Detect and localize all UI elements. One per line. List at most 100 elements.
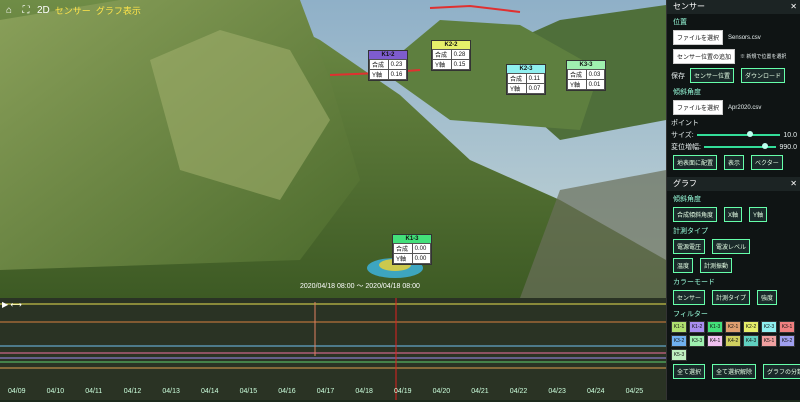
filter-chip[interactable]: K4-2 [725,335,741,347]
tilt-label: 傾斜角度 [673,89,701,96]
graph-split-button[interactable]: グラフの分類 [763,364,800,379]
timeline-graph[interactable]: ▶ ⟷ [0,298,666,400]
tilt-x-button[interactable]: X軸 [724,207,743,222]
vector-button[interactable]: ベクター [751,155,783,170]
measure-label: 計測タイプ [673,228,708,235]
date-tick: 04/24 [587,388,605,395]
sensor-id: K2-2 [444,42,458,48]
date-tick: 04/10 [46,388,65,395]
position-label: 位置 [673,19,687,26]
filter-chip[interactable]: K2-1 [725,321,741,333]
add-note: ※ 新規で位置を選択 [740,54,787,60]
color-sensor-button[interactable]: センサー [673,290,706,305]
sensor-label-k2-3[interactable]: K2-3 合成 0.11 Y軸 0.07 [506,64,546,95]
view-mode-toggle[interactable]: 2D [37,5,50,16]
tilt-file-name: Apr2020.csv [728,104,762,111]
sensor-label-k3-3[interactable]: K3-3 合成 0.03 Y軸 0.01 [566,60,606,91]
timeline-chart [0,298,666,400]
deselect-all-button[interactable]: 全て選択解除 [712,364,757,379]
sensor-value: 0.11 [525,73,546,84]
sensor-value: 0.00 [411,243,432,254]
date-tick: 04/25 [625,388,644,395]
sensor-field: 合成 [369,59,389,70]
color-intensity-button[interactable]: 強度 [757,290,778,305]
filter-chip[interactable]: K3-1 [779,321,795,333]
color-measure-button[interactable]: 計測タイプ [712,290,751,305]
filter-chip[interactable]: K1-2 [689,321,705,333]
filter-chip[interactable]: K1-3 [707,321,723,333]
sensor-value: 0.28 [450,49,471,60]
point-label: ポイント [671,120,699,127]
sensor-value: 0.01 [585,79,606,90]
measure-vibration-button[interactable]: 計測振動 [700,258,733,273]
date-tick: 04/15 [239,388,258,395]
date-tick: 04/17 [316,388,335,395]
date-tick: 04/20 [432,388,451,395]
filter-chip[interactable]: K5-1 [761,335,777,347]
tilt-file-select-button[interactable]: ファイルを選択 [673,100,724,115]
measure-temp-button[interactable]: 温度 [673,258,694,273]
download-button[interactable]: ダウンロード [741,68,786,83]
filter-chip[interactable]: K1-1 [671,321,687,333]
toolbar-graph-label[interactable]: グラフ表示 [96,4,141,17]
sensor-field: Y軸 [369,69,389,80]
filter-chip[interactable]: K5-3 [671,349,687,361]
side-panel: センサー ✕ 位置 ファイルを選択 Sensors.csv センサー位置の追加 … [666,0,800,400]
filter-chip[interactable]: K4-1 [707,335,723,347]
filter-chip[interactable]: K3-3 [689,335,705,347]
filter-chip[interactable]: K4-3 [743,335,759,347]
file-name: Sensors.csv [728,34,761,41]
measure-signal-button[interactable]: 電波レベル [712,239,751,254]
show-button[interactable]: 表示 [724,155,745,170]
sensor-field: 合成 [432,49,452,60]
color-label: カラーモード [673,279,715,286]
save-sensor-position-button[interactable]: センサー位置 [690,68,735,83]
toolbar-sensor-label[interactable]: センサー [55,4,91,17]
filter-chip[interactable]: K5-2 [779,335,795,347]
filter-chip[interactable]: K2-3 [761,321,777,333]
add-sensor-position-button[interactable]: センサー位置の追加 [673,49,736,64]
filter-chip[interactable]: K2-2 [743,321,759,333]
home-icon[interactable]: ⌂ [3,5,15,17]
sensor-label-k1-2[interactable]: K1-2 合成 0.23 Y軸 0.16 [368,50,408,81]
terrain-render [0,0,666,298]
save-label: 保存 [671,72,685,80]
close-icon[interactable]: ✕ [790,177,797,191]
sensor-value: 0.23 [387,59,408,70]
date-tick: 04/22 [509,388,528,395]
filter-grid: K1-1 K1-2 K1-3 K2-1 K2-2 K2-3 K3-1 K3-2 K3-3 K4-1… [671,321,797,361]
sensor-label-k2-2[interactable]: K2-2 合成 0.28 Y軸 0.15 [431,40,471,71]
sensor-field: 合成 [507,73,527,84]
measure-voltage-button[interactable]: 電源電圧 [673,239,706,254]
play-icon[interactable]: ▶ ⟷ [2,300,22,309]
date-tick: 04/21 [471,388,489,395]
file-select-button[interactable]: ファイルを選択 [673,30,724,45]
slider-knob[interactable] [761,143,768,149]
graph-panel-header[interactable]: グラフ ✕ [667,177,800,191]
tilt-combined-button[interactable]: 合成傾斜角度 [673,207,718,222]
map-3d-viewport[interactable]: ⌂ ⛶ 2D センサー グラフ表示 K1-2 合成 0.23 Y軸 0.16 K2-… [0,0,666,298]
slider-knob[interactable] [746,131,753,137]
close-icon[interactable]: ✕ [790,0,797,14]
filter-chip[interactable]: K3-2 [671,335,687,347]
timestamp-readout: 2020/04/18 08:00 ～ 2020/04/18 08:00 [300,283,420,290]
select-all-button[interactable]: 全て選択 [673,364,706,379]
size-slider[interactable] [696,131,781,137]
disp-slider[interactable] [703,143,777,149]
sensor-id: K1-2 [381,52,395,58]
sensor-id: K1-3 [405,236,419,242]
ground-place-button[interactable]: 地表面に配置 [673,155,718,170]
sensor-panel-header[interactable]: センサー ✕ [667,0,800,14]
graph-panel-title: グラフ [673,179,697,188]
date-tick: 04/14 [201,388,219,395]
sensor-label-k1-3[interactable]: K1-3 合成 0.00 Y軸 0.00 [392,234,432,265]
sensor-field: Y軸 [507,83,527,94]
fullscreen-icon[interactable]: ⛶ [20,5,32,17]
sensor-value: 0.03 [585,69,606,80]
disp-label: 変位増幅: [671,144,701,151]
sensor-id: K3-3 [579,62,593,68]
tilt-y-button[interactable]: Y軸 [749,207,768,222]
date-tick: 04/12 [123,388,142,395]
sensor-field: Y軸 [393,253,413,264]
date-tick: 04/09 [8,388,26,395]
